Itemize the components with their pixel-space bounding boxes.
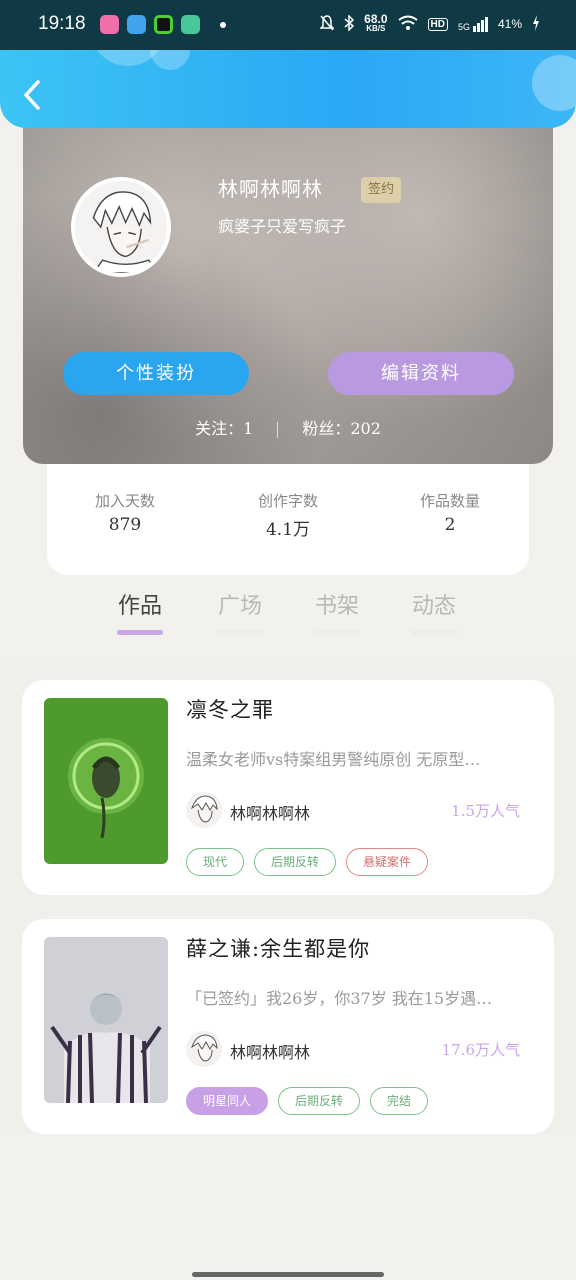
hd-badge: HD: [427, 17, 448, 31]
author-avatar: [186, 792, 222, 828]
signed-badge: 签约: [361, 177, 402, 203]
stat-value: 879: [108, 515, 142, 535]
tab-indicator: [314, 630, 360, 635]
charging-icon: [532, 14, 540, 34]
network-speed-unit: KB/S: [366, 24, 386, 33]
work-tags: 现代 后期反转 悬疑案件: [186, 848, 429, 876]
tab-indicator: [411, 630, 457, 635]
status-time: 19:18: [38, 13, 86, 34]
network-speed-value: 68.0: [364, 12, 388, 26]
cover-medusa-illustration: [44, 698, 168, 864]
fans-link[interactable]: 粉丝：202: [302, 419, 381, 438]
tab-bookshelf[interactable]: 书架: [302, 588, 372, 635]
app-notification-icon: [154, 15, 173, 34]
signal-label: 5G: [457, 21, 470, 32]
work-title[interactable]: 薛之谦:余生都是你: [186, 933, 370, 963]
work-popularity: 17.6万人气: [441, 1041, 520, 1059]
back-button[interactable]: [18, 78, 48, 112]
tag[interactable]: 完结: [370, 1087, 429, 1115]
battery-level: 41%: [497, 17, 522, 31]
tab-indicator: [117, 630, 163, 635]
signal-icon: 5G: [457, 16, 488, 32]
fans-count: 202: [350, 419, 381, 438]
work-cover-image: [44, 698, 168, 864]
tag[interactable]: 悬疑案件: [346, 848, 429, 876]
cover-person-photo: [44, 937, 168, 1103]
status-app-icons: [100, 15, 226, 34]
profile-bio: 疯婆子只爱写疯子: [218, 217, 347, 236]
status-indicators: 68.0 KB/S HD 5G 41%: [319, 12, 540, 34]
header-bar: 19:18 68.0 KB/S HD 5G 41%: [0, 0, 576, 128]
work-card[interactable]: 薛之谦:余生都是你 「已签约」我26岁，你37岁 我在15岁遇… 林啊林啊林 1…: [22, 919, 554, 1134]
following-link[interactable]: 关注：1: [195, 419, 253, 438]
profile-name: 林啊林啊林: [218, 177, 323, 201]
home-indicator[interactable]: [192, 1272, 384, 1277]
more-notifications-dot: [220, 21, 226, 28]
work-author: 林啊林啊林: [230, 1043, 311, 1062]
work-title[interactable]: 凛冬之罪: [186, 694, 274, 724]
tab-label: 广场: [217, 594, 262, 619]
wifi-icon: [397, 15, 418, 34]
tag[interactable]: 后期反转: [278, 1087, 361, 1115]
stat-label: 作品数量: [419, 492, 480, 510]
work-popularity: 1.5万人气: [451, 802, 520, 820]
bluetooth-icon: [344, 13, 355, 34]
profile-card: 林啊林啊林 签约 疯婆子只爱写疯子 个性装扮 编辑资料 关注：1 粉丝：202: [23, 105, 553, 464]
decor-bubble: [532, 55, 576, 111]
following-label: 关注：: [195, 419, 244, 438]
app-notification-icon: [127, 15, 146, 34]
tag[interactable]: 后期反转: [254, 848, 337, 876]
app-notification-icon: [100, 15, 119, 34]
work-author: 林啊林啊林: [230, 804, 311, 823]
stat-word-count: 创作字数 4.1万: [218, 490, 358, 540]
stat-value: 2: [444, 515, 456, 535]
fans-label: 粉丝：: [302, 419, 351, 438]
work-description: 「已签约」我26岁，你37岁 我在15岁遇…: [186, 989, 493, 1008]
work-card[interactable]: 凛冬之罪 温柔女老师vs特案组男警纯原创 无原型… 林啊林啊林 1.5万人气 现…: [22, 680, 554, 895]
tab-works[interactable]: 作品: [105, 588, 175, 635]
stat-label: 加入天数: [94, 492, 155, 510]
app-notification-icon: [181, 15, 200, 34]
following-count: 1: [243, 419, 254, 438]
work-tags: 明星同人 后期反转 完结: [186, 1087, 429, 1115]
tab-bar: 作品 广场 书架 动态: [0, 588, 576, 656]
tab-plaza[interactable]: 广场: [205, 588, 275, 635]
tag[interactable]: 现代: [186, 848, 245, 876]
network-speed: 68.0 KB/S: [364, 12, 388, 34]
status-bar: 19:18 68.0 KB/S HD 5G 41%: [0, 0, 576, 50]
follow-stats: 关注：1 粉丝：202: [23, 415, 553, 439]
chevron-left-icon: [24, 80, 40, 110]
tab-label: 作品: [117, 594, 162, 619]
mute-bell-icon: [319, 14, 335, 34]
avatar[interactable]: [71, 177, 171, 277]
tab-label: 书架: [314, 594, 359, 619]
tab-indicator: [217, 630, 263, 635]
divider: [277, 421, 279, 438]
author-avatar: [186, 1031, 222, 1067]
tag[interactable]: 明星同人: [186, 1087, 269, 1115]
stat-label: 创作字数: [257, 492, 318, 510]
stat-works-count: 作品数量 2: [380, 490, 520, 535]
stat-value: 4.1万: [265, 520, 311, 540]
dress-up-button[interactable]: 个性装扮: [63, 352, 249, 395]
stat-join-days: 加入天数 879: [55, 490, 195, 535]
avatar-illustration: [75, 181, 167, 273]
tab-activity[interactable]: 动态: [399, 588, 469, 635]
edit-profile-button[interactable]: 编辑资料: [328, 352, 514, 395]
tab-label: 动态: [411, 594, 456, 619]
work-description: 温柔女老师vs特案组男警纯原创 无原型…: [186, 750, 481, 769]
work-cover-image: [44, 937, 168, 1103]
